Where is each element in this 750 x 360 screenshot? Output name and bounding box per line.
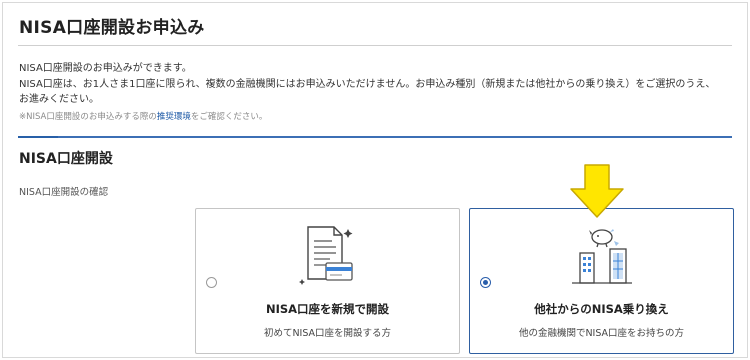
option-transfer-subtitle: 他の金融機関でNISA口座をお持ちの方 <box>518 328 685 339</box>
option-transfer[interactable]: 他社からのNISA乗り換え 他の金融機関でNISA口座をお持ちの方 <box>469 208 734 354</box>
recommended-environment-link[interactable]: 推奨環境 <box>157 112 191 122</box>
intro-line-3: お進みください。 <box>19 94 99 105</box>
page-frame: NISA口座開設お申込み NISA口座開設のお申込みができます。 NISA口座は… <box>2 2 748 358</box>
option-new-title: NISA口座を新規で開設 <box>265 302 390 316</box>
option-new-account[interactable]: NISA口座を新規で開設 初めてNISA口座を開設する方 <box>195 208 460 354</box>
intro-line-2: NISA口座は、お1人さま1口座に限られ、複数の金融機関にはお申込みいただけませ… <box>19 78 716 90</box>
section-label: NISA口座開設の確認 <box>19 187 109 198</box>
page-title: NISA口座開設お申込み <box>19 18 205 38</box>
intro-text: NISA口座開設のお申込みができます。 NISA口座は、お1人さま1口座に限られ… <box>19 61 739 108</box>
section-divider <box>18 136 732 138</box>
note-suffix: をご確認ください。 <box>190 112 268 122</box>
pointer-arrow-icon <box>567 163 627 223</box>
buildings-piggybank-icon <box>562 223 642 295</box>
environment-note: ※NISA口座開設のお申込みする際の推奨環境をご確認ください。 <box>19 110 267 122</box>
option-transfer-title: 他社からのNISA乗り換え <box>534 302 669 316</box>
note-prefix: ※NISA口座開設のお申込みする際の <box>19 112 157 122</box>
section-title: NISA口座開設 <box>19 151 113 167</box>
option-new-subtitle: 初めてNISA口座を開設する方 <box>263 328 392 339</box>
title-divider <box>18 45 732 46</box>
document-card-icon <box>292 223 364 295</box>
radio-new-account[interactable] <box>206 277 217 288</box>
intro-line-1: NISA口座開設のお申込みができます。 <box>19 63 192 74</box>
radio-transfer[interactable] <box>480 277 491 288</box>
